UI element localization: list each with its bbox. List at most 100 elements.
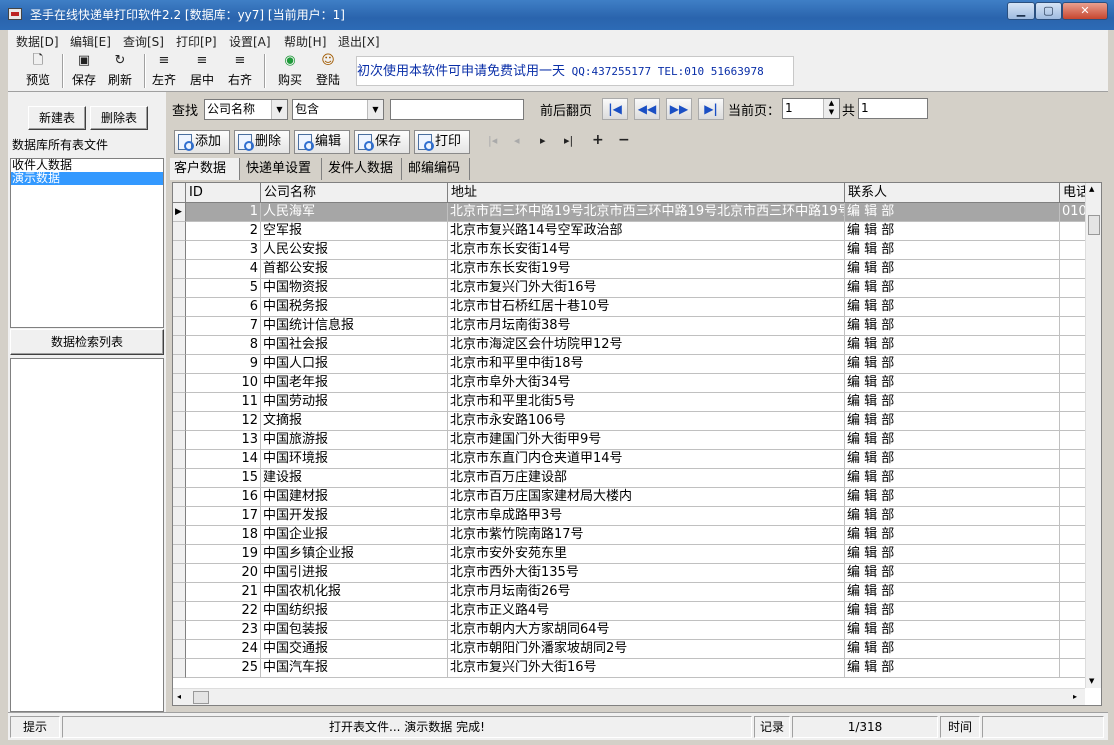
table-row[interactable]: 3 人民公安报 北京市东长安街14号编 辑 部 — [173, 241, 1100, 260]
cell-address[interactable]: 北京市复兴门外大街16号 — [448, 279, 845, 298]
minimize-button[interactable]: ▁ — [1007, 2, 1035, 20]
chevron-down-icon[interactable]: ▼ — [367, 100, 383, 119]
delete-button[interactable]: 删除 — [234, 130, 290, 154]
table-row[interactable]: 16 中国建材报 北京市百万庄国家建材局大楼内编 辑 部 — [173, 488, 1100, 507]
delete-record-icon[interactable]: − — [618, 132, 630, 148]
cell-company[interactable]: 中国包装报 — [261, 621, 448, 640]
print-button[interactable]: 打印 — [414, 130, 470, 154]
cell-address[interactable]: 北京市复兴路14号空军政治部 — [448, 222, 845, 241]
cell-company[interactable]: 中国交通报 — [261, 640, 448, 659]
row-indicator[interactable] — [173, 450, 186, 469]
horizontal-scrollbar[interactable]: ◂ ▸ — [173, 688, 1085, 705]
table-list[interactable]: 收件人数据 演示数据 — [10, 158, 164, 328]
cell-id[interactable]: 11 — [186, 393, 261, 412]
table-row[interactable]: 4 首都公安报 北京市东长安街19号编 辑 部 — [173, 260, 1100, 279]
cell-address[interactable]: 北京市甘石桥红居十巷10号 — [448, 298, 845, 317]
cell-address[interactable]: 北京市朝阳门外潘家坡胡同2号 — [448, 640, 845, 659]
menu-edit[interactable]: 编辑[E] — [70, 33, 111, 50]
table-list-item[interactable]: 演示数据 — [11, 172, 163, 185]
menu-settings[interactable]: 设置[A] — [229, 33, 271, 50]
cell-contact[interactable]: 编 辑 部 — [845, 621, 1060, 640]
row-indicator[interactable] — [173, 279, 186, 298]
column-header-address[interactable]: 地址 — [448, 183, 845, 203]
cell-address[interactable]: 北京市紫竹院南路17号 — [448, 526, 845, 545]
cell-contact[interactable]: 编 辑 部 — [845, 412, 1060, 431]
cell-contact[interactable]: 编 辑 部 — [845, 450, 1060, 469]
menu-print[interactable]: 打印[P] — [176, 33, 217, 50]
cell-company[interactable]: 中国环境报 — [261, 450, 448, 469]
cell-company[interactable]: 中国建材报 — [261, 488, 448, 507]
cell-company[interactable]: 中国物资报 — [261, 279, 448, 298]
cell-address[interactable]: 北京市东长安街14号 — [448, 241, 845, 260]
cell-company[interactable]: 中国老年报 — [261, 374, 448, 393]
chevron-down-icon[interactable]: ▼ — [271, 100, 287, 119]
cell-company[interactable]: 建设报 — [261, 469, 448, 488]
tab-sender-data[interactable]: 发件人数据 — [324, 158, 402, 180]
close-button[interactable]: ✕ — [1062, 2, 1108, 20]
cell-contact[interactable]: 编 辑 部 — [845, 583, 1060, 602]
row-indicator[interactable] — [173, 260, 186, 279]
cell-contact[interactable]: 编 辑 部 — [845, 241, 1060, 260]
row-indicator[interactable] — [173, 583, 186, 602]
table-row[interactable]: 20 中国引进报 北京市西外大街135号编 辑 部 — [173, 564, 1100, 583]
vertical-scrollbar[interactable]: ▲ ▼ — [1085, 183, 1101, 688]
row-indicator[interactable] — [173, 336, 186, 355]
last-record-icon[interactable]: ▸| — [564, 134, 573, 147]
cell-id[interactable]: 8 — [186, 336, 261, 355]
cell-company[interactable]: 中国劳动报 — [261, 393, 448, 412]
maximize-button[interactable]: ▢ — [1035, 2, 1062, 20]
table-row[interactable]: 12 文摘报 北京市永安路106号编 辑 部 — [173, 412, 1100, 431]
row-indicator[interactable] — [173, 317, 186, 336]
cell-contact[interactable]: 编 辑 部 — [845, 431, 1060, 450]
data-grid[interactable]: ID 公司名称 地址 联系人 电话 ▶ 1 人民海军 北京市西三环中路19号北京市西三… — [172, 182, 1102, 706]
row-indicator[interactable] — [173, 393, 186, 412]
cell-address[interactable]: 北京市西外大街135号 — [448, 564, 845, 583]
row-indicator[interactable] — [173, 431, 186, 450]
spinner-arrows-icon[interactable]: ▲ ▼ — [823, 99, 839, 118]
row-indicator[interactable] — [173, 355, 186, 374]
prev-page-button[interactable]: ◀◀ — [634, 98, 660, 120]
scroll-up-icon[interactable]: ▲ — [1089, 185, 1094, 193]
row-indicator[interactable] — [173, 640, 186, 659]
table-row[interactable]: 18 中国企业报 北京市紫竹院南路17号编 辑 部 — [173, 526, 1100, 545]
cell-id[interactable]: 1 — [186, 203, 261, 222]
cell-address[interactable]: 北京市和平里中街18号 — [448, 355, 845, 374]
cell-address[interactable]: 北京市建国门外大街甲9号 — [448, 431, 845, 450]
scroll-thumb[interactable] — [1088, 215, 1100, 235]
cell-id[interactable]: 20 — [186, 564, 261, 583]
scroll-down-icon[interactable]: ▼ — [1089, 677, 1094, 685]
cell-address[interactable]: 北京市月坛南街38号 — [448, 317, 845, 336]
search-result-list[interactable] — [10, 358, 164, 712]
cell-id[interactable]: 14 — [186, 450, 261, 469]
preview-button[interactable]: 🗋 预览 — [22, 52, 54, 90]
menu-exit[interactable]: 退出[X] — [338, 33, 380, 50]
row-indicator[interactable] — [173, 374, 186, 393]
align-right-button[interactable]: ≡ 右齐 — [224, 52, 256, 90]
scroll-thumb[interactable] — [193, 691, 209, 704]
cell-contact[interactable]: 编 辑 部 — [845, 336, 1060, 355]
cell-id[interactable]: 4 — [186, 260, 261, 279]
cell-id[interactable]: 25 — [186, 659, 261, 678]
cell-contact[interactable]: 编 辑 部 — [845, 393, 1060, 412]
cell-address[interactable]: 北京市和平里北街5号 — [448, 393, 845, 412]
row-indicator[interactable] — [173, 488, 186, 507]
cell-company[interactable]: 中国纺织报 — [261, 602, 448, 621]
cell-contact[interactable]: 编 辑 部 — [845, 279, 1060, 298]
cell-address[interactable]: 北京市正义路4号 — [448, 602, 845, 621]
cell-contact[interactable]: 编 辑 部 — [845, 545, 1060, 564]
row-indicator[interactable] — [173, 564, 186, 583]
table-row[interactable]: ▶ 1 人民海军 北京市西三环中路19号北京市西三环中路19号北京市西三环中路19号编… — [173, 203, 1100, 222]
row-indicator[interactable] — [173, 241, 186, 260]
cell-id[interactable]: 6 — [186, 298, 261, 317]
first-record-icon[interactable]: |◂ — [488, 134, 497, 147]
cell-address[interactable]: 北京市西三环中路19号北京市西三环中路19号北京市西三环中路19号 — [448, 203, 845, 222]
cell-contact[interactable]: 编 辑 部 — [845, 203, 1060, 222]
cell-id[interactable]: 23 — [186, 621, 261, 640]
search-mode-select[interactable]: 包含 ▼ — [292, 99, 384, 120]
cell-contact[interactable]: 编 辑 部 — [845, 317, 1060, 336]
align-left-button[interactable]: ≡ 左齐 — [148, 52, 180, 90]
table-row[interactable]: 2 空军报 北京市复兴路14号空军政治部编 辑 部 — [173, 222, 1100, 241]
cell-company[interactable]: 中国开发报 — [261, 507, 448, 526]
login-button[interactable]: ☺ 登陆 — [312, 52, 344, 90]
cell-id[interactable]: 17 — [186, 507, 261, 526]
